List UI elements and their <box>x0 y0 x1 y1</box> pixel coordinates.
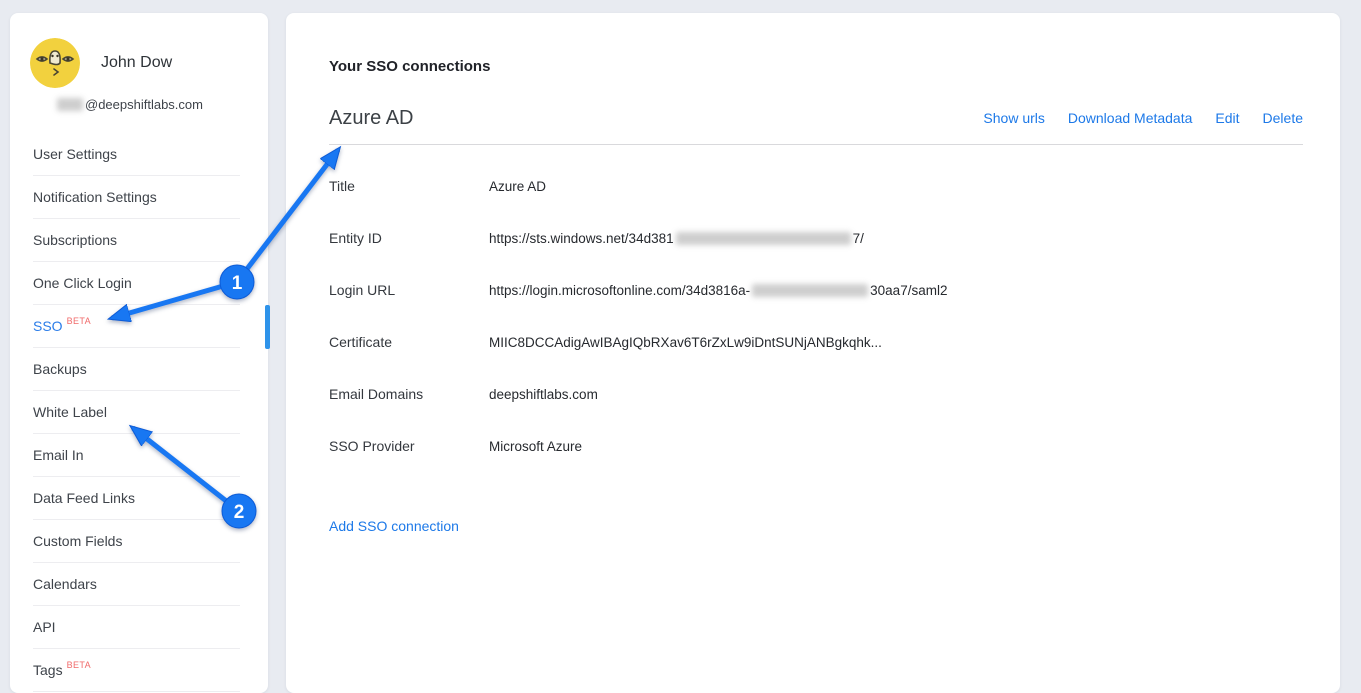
sidebar-item-label: One Click Login <box>33 275 132 291</box>
field-value: https://login.microsoftonline.com/34d381… <box>489 283 947 298</box>
profile-name: John Dow <box>101 54 172 72</box>
field-label: Login URL <box>329 282 489 298</box>
delete-link[interactable]: Delete <box>1263 105 1303 131</box>
sidebar-item-label: API <box>33 619 56 635</box>
sidebar-item-backups[interactable]: Backups <box>33 348 240 391</box>
sidebar-item-data-feed-links[interactable]: Data Feed Links <box>33 477 240 520</box>
field-value: deepshiftlabs.com <box>489 387 598 402</box>
redacted-email-prefix <box>57 98 83 111</box>
avatar <box>30 38 80 88</box>
settings-nav: User Settings Notification Settings Subs… <box>10 133 268 692</box>
field-row-sso-provider: SSO Provider Microsoft Azure <box>329 435 1303 457</box>
active-item-indicator <box>265 305 270 349</box>
profile-email: @deepshiftlabs.com <box>10 97 268 112</box>
sso-connections-panel: Your SSO connections Azure AD Show urls … <box>286 13 1340 693</box>
sidebar-item-tags[interactable]: Tags BETA <box>33 649 240 692</box>
page-title: Your SSO connections <box>329 58 1303 76</box>
field-label: Certificate <box>329 334 489 350</box>
field-value: Microsoft Azure <box>489 439 582 454</box>
field-label: Title <box>329 178 489 194</box>
field-label: Entity ID <box>329 230 489 246</box>
value-suffix: 7/ <box>853 231 864 246</box>
beta-badge: BETA <box>67 660 91 670</box>
sidebar-item-label: Data Feed Links <box>33 490 135 506</box>
sidebar-item-subscriptions[interactable]: Subscriptions <box>33 219 240 262</box>
sidebar-item-user-settings[interactable]: User Settings <box>33 133 240 176</box>
sidebar-item-custom-fields[interactable]: Custom Fields <box>33 520 240 563</box>
field-value: https://sts.windows.net/34d381 7/ <box>489 231 864 246</box>
connection-name: Azure AD <box>329 105 413 131</box>
profile-email-text: @deepshiftlabs.com <box>85 97 203 112</box>
sidebar-item-sso[interactable]: SSO BETA <box>33 305 240 348</box>
sidebar-item-label: Custom Fields <box>33 533 122 549</box>
beta-badge: BETA <box>67 316 91 326</box>
sidebar-item-calendars[interactable]: Calendars <box>33 563 240 606</box>
value-suffix: 30aa7/saml2 <box>870 283 947 298</box>
value-prefix: https://sts.windows.net/34d381 <box>489 231 674 246</box>
redacted-text <box>752 284 868 297</box>
connection-actions: Show urls Download Metadata Edit Delete <box>983 105 1303 131</box>
download-metadata-link[interactable]: Download Metadata <box>1068 105 1193 131</box>
field-row-entity-id: Entity ID https://sts.windows.net/34d381… <box>329 227 1303 249</box>
edit-link[interactable]: Edit <box>1215 105 1239 131</box>
field-row-login-url: Login URL https://login.microsoftonline.… <box>329 279 1303 301</box>
sidebar-item-label: Backups <box>33 361 87 377</box>
sidebar-item-label: White Label <box>33 404 107 420</box>
sidebar-settings-card: John Dow @deepshiftlabs.com User Setting… <box>10 13 268 693</box>
sidebar-item-email-in[interactable]: Email In <box>33 434 240 477</box>
add-sso-connection-link[interactable]: Add SSO connection <box>329 518 459 534</box>
sidebar-item-label: Email In <box>33 447 84 463</box>
field-row-email-domains: Email Domains deepshiftlabs.com <box>329 383 1303 405</box>
connection-header: Azure AD Show urls Download Metadata Edi… <box>329 105 1303 131</box>
header-divider <box>329 144 1303 145</box>
profile-section: John Dow <box>10 13 268 88</box>
field-row-certificate: Certificate MIIC8DCCAdigAwIBAgIQbRXav6T6… <box>329 331 1303 353</box>
show-urls-link[interactable]: Show urls <box>983 105 1044 131</box>
field-row-title: Title Azure AD <box>329 175 1303 197</box>
sidebar-item-label: Tags <box>33 662 63 678</box>
sidebar-item-api[interactable]: API <box>33 606 240 649</box>
sidebar-item-notification-settings[interactable]: Notification Settings <box>33 176 240 219</box>
sidebar-item-label: Calendars <box>33 576 97 592</box>
sidebar-item-label: User Settings <box>33 146 117 162</box>
field-value: MIIC8DCCAdigAwIBAgIQbRXav6T6rZxLw9iDntSU… <box>489 335 882 350</box>
field-label: Email Domains <box>329 386 489 402</box>
sidebar-item-label: Subscriptions <box>33 232 117 248</box>
sidebar-item-white-label[interactable]: White Label <box>33 391 240 434</box>
field-value: Azure AD <box>489 179 546 194</box>
sidebar-item-label: SSO <box>33 318 63 334</box>
redacted-text <box>676 232 851 245</box>
value-prefix: https://login.microsoftonline.com/34d381… <box>489 283 750 298</box>
sidebar-item-label: Notification Settings <box>33 189 157 205</box>
sidebar-item-one-click-login[interactable]: One Click Login <box>33 262 240 305</box>
field-label: SSO Provider <box>329 438 489 454</box>
